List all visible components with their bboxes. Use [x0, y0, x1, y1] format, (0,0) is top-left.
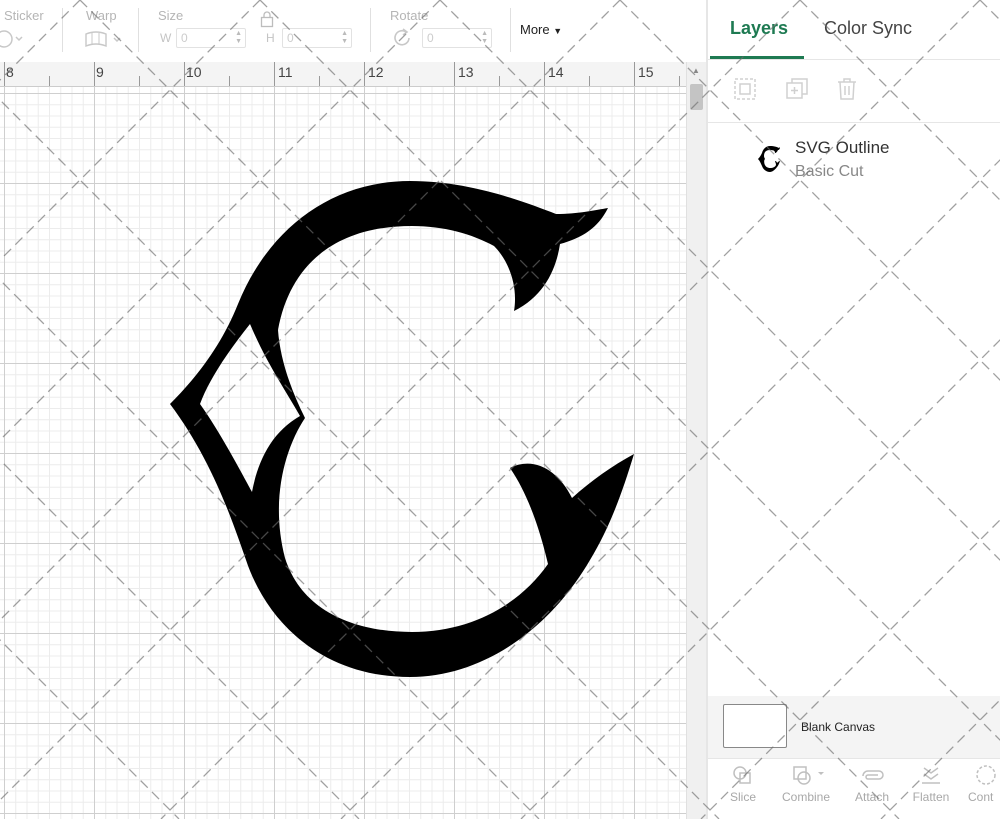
combine-icon [793, 766, 824, 785]
contour-icon [976, 765, 996, 785]
divider [708, 122, 1000, 123]
tab-layers[interactable]: Layers [730, 18, 788, 39]
ruler-tick [634, 62, 635, 86]
lock-icon[interactable] [260, 10, 274, 28]
ruler-number: 13 [458, 64, 474, 80]
ruler-number: 14 [548, 64, 564, 80]
ruler-number: 11 [278, 64, 293, 80]
ruler-number: 9 [96, 64, 104, 80]
vertical-scrollbar[interactable]: ▲ [686, 62, 707, 819]
width-value: 0 [181, 31, 188, 45]
blank-canvas-row[interactable]: Blank Canvas [708, 696, 1000, 758]
layer-operation: Basic Cut [795, 163, 864, 180]
rotate-icon[interactable] [390, 26, 414, 50]
attach-label: Attach [854, 790, 890, 804]
duplicate-icon[interactable] [784, 76, 810, 102]
svg-outline-layer-icon [758, 146, 780, 172]
ruler-tick [499, 76, 500, 86]
ruler-tick [589, 76, 590, 86]
ruler-number: 10 [186, 64, 202, 80]
toolbar-divider [138, 8, 139, 52]
width-input[interactable]: 0 ▲ ▼ [176, 28, 246, 48]
height-value: 0 [287, 31, 294, 45]
ruler-tick [49, 76, 50, 86]
size-label: Size [158, 8, 184, 23]
combine-button[interactable]: Combine [778, 764, 834, 804]
divider [708, 758, 1000, 759]
ruler-tick [139, 76, 140, 86]
divider [708, 59, 1000, 60]
ruler-number: 12 [368, 64, 384, 80]
tab-color-sync[interactable]: Color Sync [824, 18, 912, 39]
ruler-tick [454, 62, 455, 86]
ruler-tick [319, 76, 320, 86]
blank-canvas-label: Blank Canvas [801, 720, 876, 734]
warp-label: Warp [86, 8, 117, 23]
contour-button[interactable]: Cont [968, 764, 1000, 804]
slice-icon [733, 766, 751, 784]
horizontal-ruler: 8 9 10 11 12 13 14 15 [0, 62, 686, 87]
ruler-tick [409, 76, 410, 86]
edit-toolbar: Sticker Warp Size W 0 ▲ ▼ H 0 ▲ ▼ Rotate… [0, 0, 706, 63]
caret-down-icon: ▼ [553, 26, 563, 36]
design-canvas[interactable] [0, 87, 686, 819]
sticker-label: Sticker [4, 8, 44, 23]
combine-label: Combine [781, 790, 831, 804]
attach-icon [862, 770, 884, 780]
flatten-icon [922, 767, 940, 784]
layers-panel: Layers Color Sync SVG Outline Basic Cut … [708, 0, 1000, 819]
ruler-tick [274, 62, 275, 86]
contour-label: Cont [968, 790, 994, 804]
ruler-tick [4, 62, 5, 86]
toolbar-divider [62, 8, 63, 52]
letter-c-shape[interactable] [0, 87, 686, 819]
rotate-label: Rotate [390, 8, 429, 23]
slice-label: Slice [729, 790, 756, 804]
ruler-tick [679, 76, 680, 86]
ruler-number: 8 [6, 64, 14, 80]
width-letter: W [160, 31, 172, 45]
height-input[interactable]: 0 ▲ ▼ [282, 28, 352, 48]
toolbar-divider [510, 8, 511, 52]
ruler-number: 15 [638, 64, 654, 80]
group-icon[interactable] [732, 76, 758, 102]
attach-button[interactable]: Attach [850, 764, 894, 804]
rotate-input[interactable]: 0 ▲ ▼ [422, 28, 492, 48]
rotate-stepper-icon[interactable]: ▲ ▼ [481, 30, 488, 46]
scroll-up-icon[interactable]: ▲ [692, 66, 700, 75]
ruler-tick [544, 62, 545, 86]
toolbar-divider [370, 8, 371, 52]
warp-icon[interactable] [84, 30, 124, 50]
height-stepper-icon[interactable]: ▲ ▼ [341, 30, 348, 46]
more-label: More [520, 22, 550, 37]
ruler-tick [184, 62, 185, 86]
flatten-button[interactable]: Flatten [908, 764, 954, 804]
more-button[interactable]: More ▼ [520, 22, 562, 37]
ruler-tick [94, 62, 95, 86]
width-stepper-icon[interactable]: ▲ ▼ [235, 30, 242, 46]
trash-icon[interactable] [834, 76, 860, 102]
canvas-color-swatch[interactable] [723, 704, 787, 748]
scroll-thumb[interactable] [690, 84, 703, 110]
layer-name: SVG Outline [795, 138, 890, 157]
sticker-icon[interactable] [0, 30, 26, 48]
rotate-value: 0 [427, 31, 434, 45]
ruler-tick [364, 62, 365, 86]
height-letter: H [266, 31, 275, 45]
ruler-tick [229, 76, 230, 86]
flatten-label: Flatten [912, 790, 950, 804]
slice-button[interactable]: Slice [728, 764, 758, 804]
